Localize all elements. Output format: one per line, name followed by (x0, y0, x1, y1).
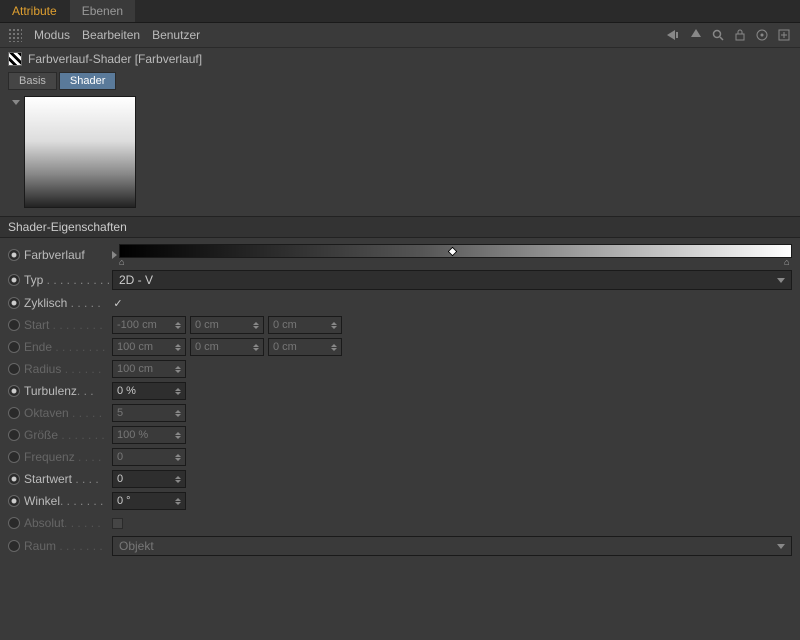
winkel-input[interactable]: 0 ° (112, 492, 186, 510)
label-farbverlauf: Farbverlauf (24, 248, 112, 262)
row-start: Start . . . . . . . . -100 cm 0 cm 0 cm (0, 314, 800, 336)
row-zyklisch: Zyklisch . . . . . ✓ (0, 292, 800, 314)
row-groesse: Größe . . . . . . . 100 % (0, 424, 800, 446)
row-radius: Radius . . . . . . 100 cm (0, 358, 800, 380)
anim-dot (8, 319, 20, 331)
gradient-stop-end[interactable]: ⌂ (784, 257, 792, 265)
frequenz-input: 0 (112, 448, 186, 466)
raum-select: Objekt (112, 536, 792, 556)
anim-dot[interactable] (8, 473, 20, 485)
row-turbulenz: Turbulenz. . . 0 % (0, 380, 800, 402)
startwert-input[interactable]: 0 (112, 470, 186, 488)
grid-icon[interactable] (8, 28, 22, 42)
target-icon[interactable] (754, 27, 770, 43)
anim-dot[interactable] (8, 495, 20, 507)
preview-collapse-icon[interactable] (12, 100, 20, 105)
tab-attribute[interactable]: Attribute (0, 0, 69, 22)
anim-dot[interactable] (8, 297, 20, 309)
section-header: Shader-Eigenschaften (0, 216, 800, 238)
radius-input: 100 cm (112, 360, 186, 378)
row-absolut: Absolut. . . . . . (0, 512, 800, 534)
anim-dot[interactable] (8, 249, 20, 261)
add-panel-icon[interactable] (776, 27, 792, 43)
label-oktaven: Oktaven . . . . . (24, 406, 112, 420)
ende-x-input: 100 cm (112, 338, 186, 356)
search-icon[interactable] (710, 27, 726, 43)
oktaven-input: 5 (112, 404, 186, 422)
properties-panel: Farbverlauf ⌂ ⌂ Typ . . . . . . . . . . … (0, 238, 800, 562)
label-groesse: Größe . . . . . . . (24, 428, 112, 442)
label-typ: Typ . . . . . . . . . . (24, 273, 112, 287)
menu-benutzer[interactable]: Benutzer (152, 28, 200, 42)
row-frequenz: Frequenz . . . . 0 (0, 446, 800, 468)
anim-dot (8, 451, 20, 463)
anim-dot (8, 540, 20, 552)
start-z-input: 0 cm (268, 316, 342, 334)
ende-z-input: 0 cm (268, 338, 342, 356)
nav-back-icon[interactable] (666, 27, 682, 43)
row-oktaven: Oktaven . . . . . 5 (0, 402, 800, 424)
row-farbverlauf: Farbverlauf ⌂ ⌂ (0, 242, 800, 268)
anim-dot[interactable] (8, 385, 20, 397)
zyklisch-checkbox[interactable]: ✓ (112, 297, 124, 309)
anim-dot[interactable] (8, 274, 20, 286)
turbulenz-input[interactable]: 0 % (112, 382, 186, 400)
anim-dot (8, 517, 20, 529)
label-frequenz: Frequenz . . . . (24, 450, 112, 464)
gradient-expand-icon[interactable] (112, 251, 117, 259)
anim-dot (8, 429, 20, 441)
preview-area (0, 92, 800, 216)
gradient-editor[interactable] (119, 244, 792, 258)
toolbar: Modus Bearbeiten Benutzer (0, 23, 800, 48)
absolut-checkbox (112, 518, 123, 529)
row-ende: Ende . . . . . . . . 100 cm 0 cm 0 cm (0, 336, 800, 358)
start-y-input: 0 cm (190, 316, 264, 334)
sub-tabs: Basis Shader (0, 70, 800, 92)
tab-ebenen[interactable]: Ebenen (70, 0, 135, 22)
lock-icon[interactable] (732, 27, 748, 43)
typ-select[interactable]: 2D - V (112, 270, 792, 290)
main-tabs: Attribute Ebenen (0, 0, 800, 23)
shader-preview[interactable] (24, 96, 136, 208)
chevron-down-icon (777, 278, 785, 283)
label-ende: Ende . . . . . . . . (24, 340, 112, 354)
label-radius: Radius . . . . . . (24, 362, 112, 376)
row-startwert: Startwert . . . . 0 (0, 468, 800, 490)
gradient-stop-start[interactable]: ⌂ (119, 257, 127, 265)
ende-y-input: 0 cm (190, 338, 264, 356)
label-absolut: Absolut. . . . . . (24, 516, 112, 530)
label-winkel: Winkel. . . . . . . (24, 494, 112, 508)
row-winkel: Winkel. . . . . . . 0 ° (0, 490, 800, 512)
label-turbulenz: Turbulenz. . . (24, 384, 112, 398)
label-raum: Raum . . . . . . . (24, 539, 112, 553)
menu-modus[interactable]: Modus (34, 28, 70, 42)
anim-dot (8, 363, 20, 375)
chevron-down-icon (777, 544, 785, 549)
subtab-basis[interactable]: Basis (8, 72, 57, 90)
anim-dot (8, 341, 20, 353)
object-title-row: Farbverlauf-Shader [Farbverlauf] (0, 48, 800, 70)
shader-type-icon (8, 52, 22, 66)
subtab-shader[interactable]: Shader (59, 72, 116, 90)
label-zyklisch: Zyklisch . . . . . (24, 296, 112, 310)
groesse-input: 100 % (112, 426, 186, 444)
nav-up-icon[interactable] (688, 27, 704, 43)
start-x-input: -100 cm (112, 316, 186, 334)
row-typ: Typ . . . . . . . . . . 2D - V (0, 268, 800, 292)
object-title: Farbverlauf-Shader [Farbverlauf] (28, 52, 202, 66)
row-raum: Raum . . . . . . . Objekt (0, 534, 800, 558)
anim-dot (8, 407, 20, 419)
label-start: Start . . . . . . . . (24, 318, 112, 332)
menu-bearbeiten[interactable]: Bearbeiten (82, 28, 140, 42)
label-startwert: Startwert . . . . (24, 472, 112, 486)
